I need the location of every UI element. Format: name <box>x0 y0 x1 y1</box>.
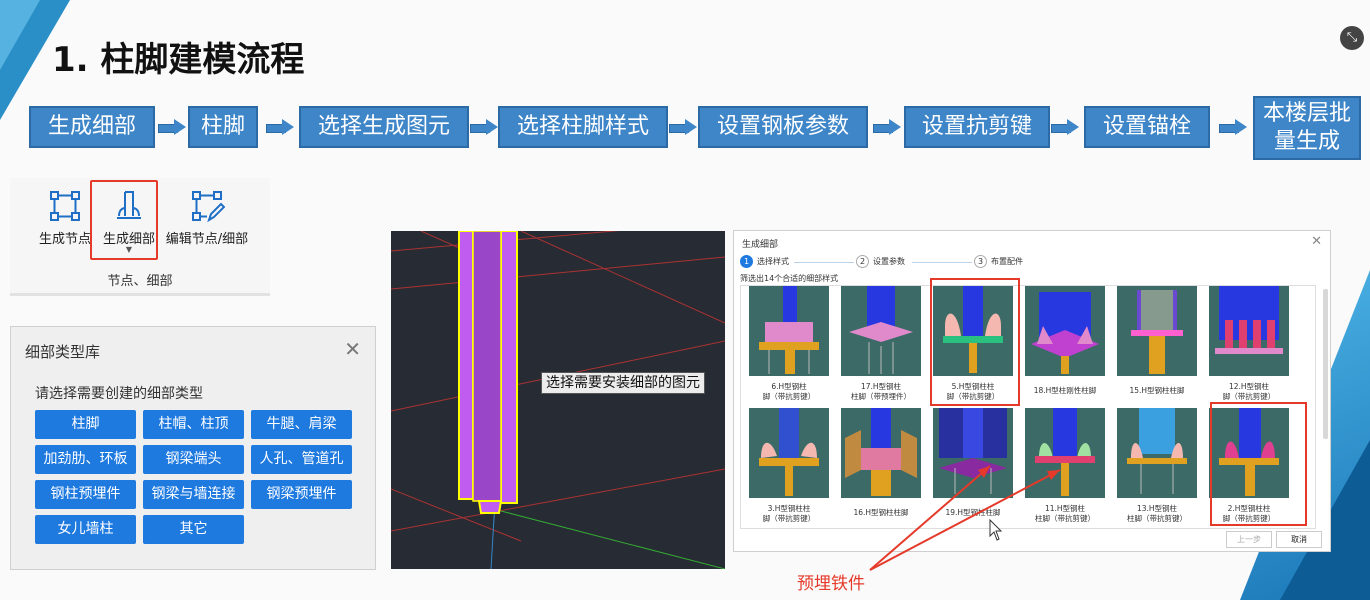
highlight-box-style-5 <box>930 278 1020 406</box>
flow-arrow-icon <box>1051 119 1079 135</box>
filter-result-text: 筛选出14个合适的细部样式 <box>740 274 839 283</box>
type-button-parapet[interactable]: 女儿墙柱 <box>35 515 136 544</box>
type-button-column-cap[interactable]: 柱帽、柱顶 <box>143 410 244 439</box>
ribbon-group-label: 节点、细部 <box>107 274 173 289</box>
edit-node-detail-label: 编辑节点/细部 <box>165 232 249 247</box>
style-thumb-11[interactable] <box>1025 408 1105 498</box>
style-label-11: 11.H型钢柱 柱脚（带抗剪键） <box>1035 504 1095 523</box>
exit-fullscreen-icon[interactable]: ⤡ <box>1340 26 1364 50</box>
style-label-18: 18.H型柱刚性柱脚 <box>1033 386 1097 395</box>
style-thumb-12[interactable] <box>1209 286 1289 376</box>
dialog-title: 生成细部 <box>742 240 779 250</box>
generate-node-label: 生成节点 <box>38 232 91 247</box>
style-image <box>759 286 819 374</box>
type-button-bracket[interactable]: 牛腿、肩梁 <box>251 410 352 439</box>
style-thumb-6[interactable] <box>749 286 829 376</box>
style-thumb-13[interactable] <box>1117 408 1197 498</box>
style-label-17: 17.H型钢柱 柱脚（带预埋件） <box>851 382 911 401</box>
flow-step-batch-line2: 量生成 <box>1273 129 1340 154</box>
type-button-column-base[interactable]: 柱脚 <box>35 410 136 439</box>
style-label-15: 15.H型钢柱柱脚 <box>1129 386 1185 395</box>
wizard-step-number: 2 <box>856 255 869 268</box>
gallery-scrollbar[interactable] <box>1323 289 1328 439</box>
close-icon[interactable]: ✕ <box>344 337 361 361</box>
style-label-12: 12.H型钢柱 脚（带抗剪键） <box>1222 382 1276 401</box>
type-button-beam-end[interactable]: 钢梁端头 <box>143 445 244 474</box>
flow-arrow-icon <box>470 119 498 135</box>
flow-step-batch-line1: 本楼层批 <box>1262 101 1351 126</box>
style-thumb-15[interactable] <box>1117 286 1197 376</box>
wizard-step-2[interactable]: 2 设置参数 <box>856 255 905 269</box>
type-button-other[interactable]: 其它 <box>143 515 244 544</box>
style-image <box>1031 292 1099 374</box>
style-image <box>939 408 1007 494</box>
highlight-box-style-2 <box>1210 402 1307 526</box>
flow-step-select-element: 选择生成图元 <box>299 106 469 148</box>
wizard-connector <box>912 262 972 263</box>
style-thumb-18[interactable] <box>1025 286 1105 376</box>
flow-step-generate-detail: 生成细部 <box>29 106 155 148</box>
style-image <box>759 408 819 496</box>
wizard-step-3[interactable]: 3 布置配件 <box>974 255 1023 269</box>
style-label-3: 3.H型钢柱柱 脚（带抗剪键） <box>762 504 816 523</box>
decor-corner-top-left-light <box>0 0 40 70</box>
flow-step-batch-generate: 本楼层批 量生成 <box>1253 96 1361 160</box>
cad-viewport[interactable] <box>391 231 725 569</box>
flow-arrow-icon <box>158 119 186 135</box>
cad-scene <box>391 231 725 569</box>
flow-step-column-base: 柱脚 <box>188 106 258 148</box>
edit-node-detail-button[interactable]: 编辑节点/细部 <box>162 184 252 260</box>
type-button-manhole[interactable]: 人孔、管道孔 <box>251 445 352 474</box>
prev-step-button[interactable]: 上一步 <box>1226 531 1272 548</box>
flow-arrow-icon <box>266 119 294 135</box>
slide-title: 1. 柱脚建模流程 <box>52 40 305 80</box>
style-image <box>1127 408 1187 494</box>
style-label-19: 19.H型钢柱柱脚 <box>945 508 1001 517</box>
wizard-step-number: 1 <box>740 255 753 268</box>
close-icon[interactable]: ✕ <box>1311 234 1322 249</box>
style-image <box>1131 290 1183 374</box>
wizard-step-label: 选择样式 <box>757 257 789 266</box>
library-title: 细部类型库 <box>25 343 101 361</box>
style-thumb-17[interactable] <box>841 286 921 376</box>
wizard-step-number: 3 <box>974 255 987 268</box>
detail-type-library-dialog: 细部类型库 ✕ 请选择需要创建的细部类型 柱脚 柱帽、柱顶 牛腿、肩梁 加劲肋、… <box>10 326 376 570</box>
style-image <box>849 286 913 374</box>
wizard-connector <box>794 262 854 263</box>
flow-arrow-icon <box>873 119 901 135</box>
wizard-step-1[interactable]: 1 选择样式 <box>740 255 789 269</box>
style-image <box>845 408 917 496</box>
flow-arrow-icon <box>1219 119 1247 135</box>
flow-step-anchor-bolt: 设置锚栓 <box>1084 106 1210 148</box>
style-thumb-19[interactable] <box>933 408 1013 498</box>
embedded-iron-annotation: 预埋铁件 <box>797 574 865 594</box>
cancel-button[interactable]: 取消 <box>1276 531 1322 548</box>
style-thumb-16[interactable] <box>841 408 921 498</box>
flow-arrow-icon <box>669 119 697 135</box>
style-label-16: 16.H型钢柱柱脚 <box>853 508 909 517</box>
flow-step-select-style: 选择柱脚样式 <box>498 106 668 148</box>
type-button-column-embed[interactable]: 钢柱预埋件 <box>35 480 136 509</box>
library-subtitle: 请选择需要创建的细部类型 <box>35 386 203 402</box>
wizard-step-label: 设置参数 <box>873 257 905 266</box>
flow-step-shear-key: 设置抗剪键 <box>904 106 1050 148</box>
style-label-6: 6.H型钢柱 脚（带抗剪键） <box>762 382 816 401</box>
type-button-beam-wall[interactable]: 钢梁与墙连接 <box>143 480 244 509</box>
style-thumb-3[interactable] <box>749 408 829 498</box>
type-button-stiffener[interactable]: 加劲肋、环板 <box>35 445 136 474</box>
generate-node-icon <box>50 191 80 221</box>
flow-step-plate-params: 设置钢板参数 <box>698 106 868 148</box>
cad-prompt-tooltip: 选择需要安装细部的图元 <box>541 372 705 394</box>
style-label-13: 13.H型钢柱 柱脚（带抗剪键） <box>1127 504 1187 523</box>
edit-node-icon <box>192 191 225 223</box>
highlight-box-generate-detail <box>90 180 158 260</box>
style-image <box>1035 408 1095 496</box>
style-image <box>1215 286 1283 354</box>
type-button-beam-embed[interactable]: 钢梁预埋件 <box>251 480 352 509</box>
wizard-step-label: 布置配件 <box>991 257 1023 266</box>
